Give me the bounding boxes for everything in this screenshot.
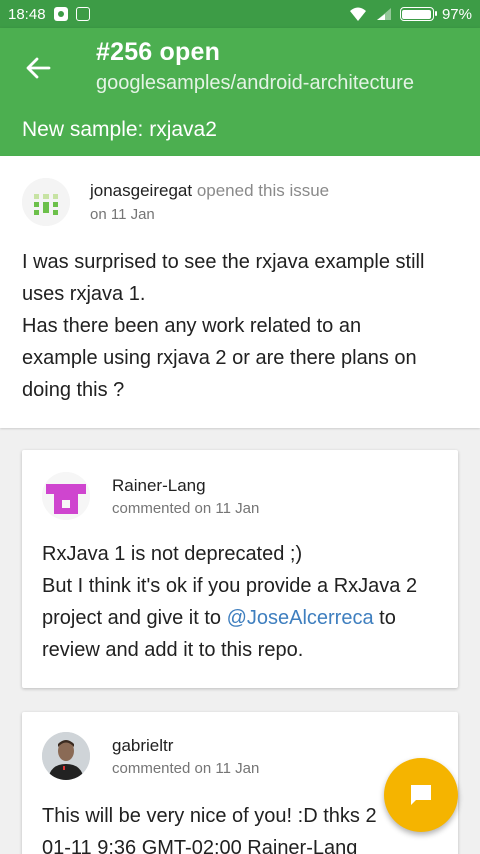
issue-action: opened this issue: [196, 181, 330, 200]
issue-body: I was surprised to see the rxjava exampl…: [22, 246, 462, 406]
comment-author[interactable]: Rainer-Lang: [112, 476, 206, 496]
comment-card: Rainer-Lang commented on 11 Jan RxJava 1…: [22, 450, 458, 688]
comment-icon: [411, 785, 431, 805]
user-photo-icon: [42, 732, 90, 780]
comment-line: project and give it to @JoseAlcerreca to: [42, 602, 452, 634]
add-comment-button[interactable]: [384, 758, 458, 832]
signal-icon: [376, 8, 391, 20]
issue-title: New sample: rxjava2: [22, 118, 217, 141]
issue-author-line: jonasgeiregat opened this issue: [90, 181, 329, 201]
comment-line: But I think it's ok if you provide a RxJ…: [42, 575, 418, 597]
battery-percent: 97%: [441, 5, 472, 23]
issue-date: on 11 Jan: [90, 206, 155, 223]
issue-body-line: uses rxjava 1.: [22, 283, 146, 305]
comment-line: RxJava 1 is not deprecated ;): [42, 543, 303, 565]
issue-body-line: doing this ?: [22, 379, 125, 401]
avatar[interactable]: [22, 178, 70, 226]
identicon-icon: [42, 472, 90, 520]
issue-body-card: jonasgeiregat opened this issue on 11 Ja…: [0, 156, 480, 428]
avatar[interactable]: [42, 472, 90, 520]
mention-link[interactable]: @JoseAlcerreca: [227, 607, 374, 629]
comment-line: review and add it to this repo.: [42, 639, 304, 661]
status-time: 18:48: [8, 5, 46, 23]
avatar[interactable]: [42, 732, 90, 780]
app-notification-icon: [53, 7, 68, 21]
android-notification-icon: [75, 7, 90, 21]
issue-number-status: #256 open: [96, 38, 221, 66]
issue-body-line: I was surprised to see the rxjava exampl…: [22, 251, 425, 273]
status-bar: 18:48 97%: [0, 0, 480, 28]
back-button[interactable]: [18, 48, 58, 88]
comment-body: RxJava 1 is not deprecated ;) But I thin…: [42, 538, 452, 666]
identicon-icon: [22, 178, 70, 226]
issue-header: #256 open googlesamples/android-architec…: [0, 28, 480, 156]
comment-date: commented on 11 Jan: [112, 760, 260, 777]
issue-author[interactable]: jonasgeiregat: [90, 181, 192, 200]
comment-line: 01-11 9:36 GMT-02:00 Rainer-Lang: [42, 837, 358, 854]
battery-icon: [399, 7, 437, 21]
comment-text: project and give it to: [42, 607, 227, 629]
comment-author[interactable]: gabrieltr: [112, 736, 173, 756]
wifi-icon: [349, 7, 366, 21]
comment-date: commented on 11 Jan: [112, 500, 260, 517]
issue-body-line: example using rxjava 2 or are there plan…: [22, 347, 417, 369]
issue-body-line: Has there been any work related to an: [22, 315, 362, 337]
repo-name[interactable]: googlesamples/android-architecture: [96, 72, 414, 95]
arrow-back-icon: [26, 57, 51, 79]
comment-text: to: [373, 607, 396, 629]
